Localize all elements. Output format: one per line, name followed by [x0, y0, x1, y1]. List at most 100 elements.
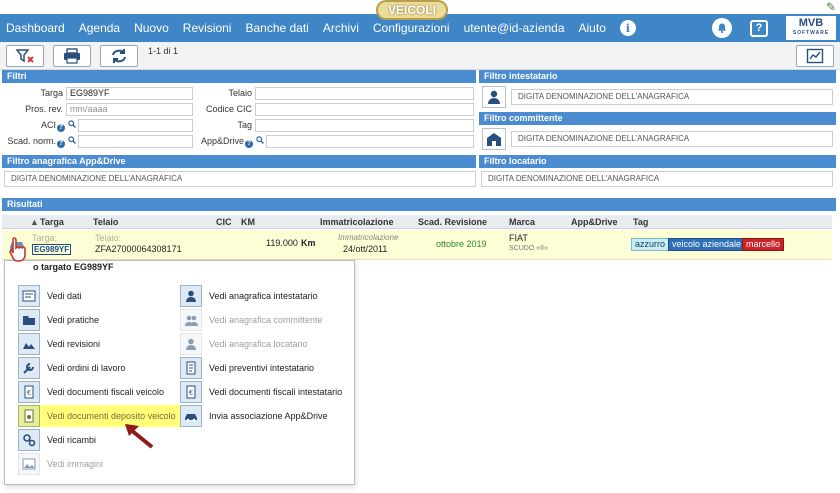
aci-label: ACI?: [10, 120, 65, 132]
col-cic[interactable]: CIC: [216, 217, 232, 227]
imm-date: 24/ott/2011: [343, 244, 388, 254]
question-icon: ?: [755, 22, 763, 34]
menu-vedi-preventivi-intestatario[interactable]: Vedi preventivi intestatario: [180, 357, 314, 379]
deposit-icon: [18, 405, 40, 427]
menu-title: o targato EG989YF: [33, 262, 114, 272]
km-value: 119.000: [266, 238, 298, 248]
menu-label: Vedi pratiche: [47, 315, 100, 325]
hand-pointer-icon: [9, 237, 26, 262]
nav-banche-dati[interactable]: Banche dati: [245, 21, 308, 35]
menu-label: Vedi documenti fiscali veicolo: [47, 387, 165, 397]
nav-aiuto[interactable]: Aiuto: [579, 21, 606, 35]
print-button[interactable]: [53, 45, 91, 67]
col-km[interactable]: KM: [241, 217, 255, 227]
search-icon[interactable]: [68, 120, 76, 128]
locatario-header: Filtro locatario: [479, 155, 836, 168]
help-window-button[interactable]: ?: [750, 19, 768, 37]
scad-label-text: Scad. norm.: [7, 136, 56, 146]
scad-norm-input[interactable]: [78, 135, 193, 148]
menu-vedi-revisioni[interactable]: Vedi revisioni: [18, 333, 100, 355]
col-targa[interactable]: Targa: [40, 217, 64, 227]
nav-archivi[interactable]: Archivi: [323, 21, 359, 35]
intestatario-input[interactable]: DIGITA DENOMINAZIONE DELL'ANAGRAFICA: [511, 89, 833, 105]
data-card-icon: [18, 285, 40, 307]
menu-vedi-dati[interactable]: Vedi dati: [18, 285, 82, 307]
table-row[interactable]: Targa: EG989YF Telaio: ZFA27000064308171…: [2, 230, 832, 260]
aci-label-text: ACI: [40, 120, 56, 130]
nav-agenda[interactable]: Agenda: [79, 21, 120, 35]
menu-label: Vedi anagrafica intestatario: [209, 291, 318, 301]
col-marca[interactable]: Marca: [509, 217, 535, 227]
menu-vedi-ricambi[interactable]: Vedi ricambi: [18, 429, 96, 451]
telaio-input[interactable]: [255, 87, 474, 100]
car-send-icon: [180, 405, 202, 427]
gears-icon: [18, 429, 40, 451]
locatario-input[interactable]: DIGITA DENOMINAZIONE DELL'ANAGRAFICA: [481, 171, 833, 187]
intestatario-icon-button[interactable]: [482, 86, 506, 108]
nav-dashboard[interactable]: Dashboard: [6, 21, 65, 35]
col-tag[interactable]: Tag: [633, 217, 648, 227]
scad-value: ottobre 2019: [436, 239, 487, 249]
nav-configurazioni[interactable]: Configurazioni: [373, 21, 450, 35]
wrench-icon: [18, 357, 40, 379]
menu-label: Vedi immagini: [47, 459, 104, 469]
menu-invia-associazione-appdrive[interactable]: Invia associazione App&Drive: [180, 405, 328, 427]
arrow-pointer-icon: [125, 424, 154, 449]
notifications-button[interactable]: [712, 18, 732, 38]
aci-input[interactable]: [78, 119, 193, 132]
menu-vedi-doc-fiscali-intestatario[interactable]: € Vedi documenti fiscali intestatario: [180, 381, 342, 403]
menu-vedi-doc-fiscali-veicolo[interactable]: € Vedi documenti fiscali veicolo: [18, 381, 164, 403]
tag-azzurro[interactable]: azzurro: [631, 238, 670, 251]
vehicle-context-menu: o targato EG989YF Vedi dati Vedi pratich…: [4, 260, 355, 485]
svg-text:€: €: [27, 390, 31, 397]
menu-label: Vedi documenti fiscali intestatario: [209, 387, 343, 397]
col-appdrive[interactable]: App&Drive: [571, 217, 618, 227]
committente-header: Filtro committente: [479, 112, 836, 125]
menu-vedi-anagrafica-intestatario[interactable]: Vedi anagrafica intestatario: [180, 285, 318, 307]
filtri-header: Filtri: [2, 70, 476, 83]
col-immatricolazione[interactable]: Immatricolazione: [320, 217, 394, 227]
help-icon[interactable]: ?: [57, 140, 65, 148]
brush-icon[interactable]: ✎: [826, 0, 836, 14]
person-icon: [180, 285, 202, 307]
nav-nuovo[interactable]: Nuovo: [134, 21, 169, 35]
toolbar: 1-1 di 1: [0, 42, 840, 70]
targa-label: Targa: [40, 88, 63, 98]
export-button[interactable]: [796, 45, 834, 67]
codice-cic-input[interactable]: [255, 103, 474, 116]
menu-label: Vedi anagrafica locatario: [209, 339, 308, 349]
tag-marcello[interactable]: marcello: [742, 238, 785, 251]
search-icon[interactable]: [68, 136, 76, 144]
tag-input[interactable]: [255, 119, 474, 132]
appdrive-filter-input[interactable]: DIGITA DENOMINAZIONE DELL'ANAGRAFICA: [4, 171, 476, 187]
invoice-icon: €: [180, 381, 202, 403]
col-scad-revisione[interactable]: Scad. Revisione: [418, 217, 487, 227]
committente-input[interactable]: DIGITA DENOMINAZIONE DELL'ANAGRAFICA: [511, 131, 833, 147]
help-icon[interactable]: ?: [57, 124, 65, 132]
telaio-value: ZFA27000064308171: [95, 244, 182, 254]
nav-revisioni[interactable]: Revisioni: [183, 21, 232, 35]
mvb-logo: MVB SOFTWARE: [786, 16, 836, 40]
chart-window-icon: [806, 48, 824, 64]
menu-vedi-pratiche[interactable]: Vedi pratiche: [18, 309, 99, 331]
tag-veicolo-aziendale[interactable]: veicolo aziendale: [668, 238, 746, 251]
pros-rev-input[interactable]: mm/aaaa: [66, 103, 193, 116]
logo-subtext: SOFTWARE: [792, 30, 830, 36]
quote-document-icon: [180, 357, 202, 379]
targa-value[interactable]: EG989YF: [32, 244, 72, 255]
menu-vedi-anagrafica-locatario: Vedi anagrafica locatario: [180, 333, 308, 355]
appdrive-input[interactable]: [266, 135, 474, 148]
refresh-button[interactable]: [100, 45, 138, 67]
sort-asc-icon[interactable]: ▲: [30, 217, 39, 227]
help-icon[interactable]: ?: [245, 140, 253, 148]
menu-vedi-ordini-lavoro[interactable]: Vedi ordini di lavoro: [18, 357, 126, 379]
module-badge: VEICOLI: [376, 0, 448, 20]
reset-filters-button[interactable]: [6, 45, 44, 67]
committente-icon-button[interactable]: [482, 128, 506, 150]
targa-input[interactable]: EG989YF: [66, 87, 193, 100]
search-icon[interactable]: [256, 136, 264, 144]
info-icon[interactable]: i: [619, 20, 636, 36]
nav-user[interactable]: utente@id-azienda: [464, 21, 565, 35]
col-telaio[interactable]: Telaio: [93, 217, 118, 227]
results-table-header: ▲ Targa Telaio CIC KM Immatricolazione S…: [2, 215, 832, 229]
